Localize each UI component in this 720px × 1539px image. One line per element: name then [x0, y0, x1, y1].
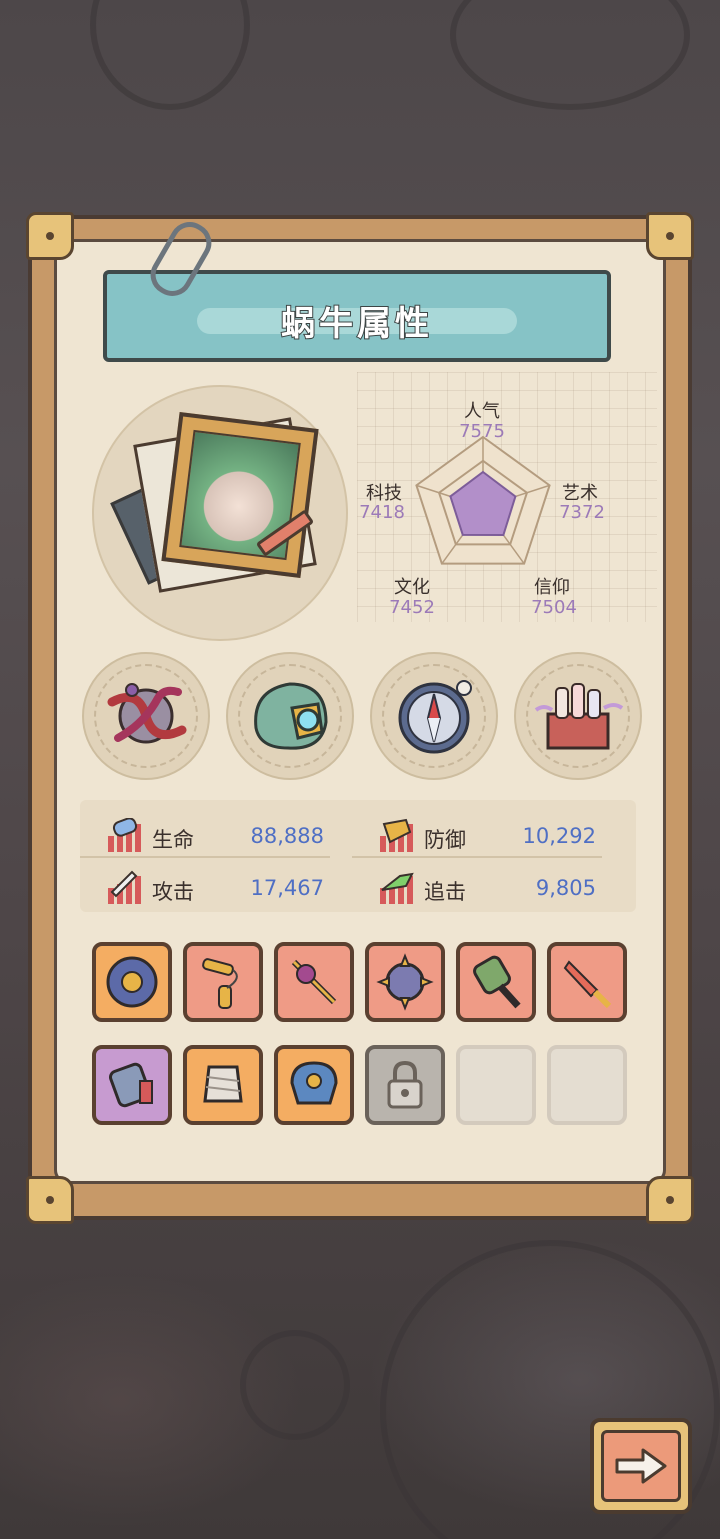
item-slot-2[interactable] — [183, 942, 263, 1022]
item-slot-12-empty[interactable] — [547, 1045, 627, 1125]
arrow-right-icon — [615, 1448, 667, 1484]
item-slot-4[interactable] — [365, 942, 445, 1022]
item-slot-9[interactable] — [274, 1045, 354, 1125]
radar-label-culture: 文化 — [394, 577, 430, 598]
page-title: 蜗牛属性 — [280, 303, 433, 345]
stat-attack-label: 攻击 — [152, 880, 194, 904]
radar-value-faith: 7504 — [531, 597, 577, 618]
equipment-slot-2[interactable] — [226, 652, 354, 780]
helmet-icon — [290, 1061, 338, 1105]
item-slot-7[interactable] — [92, 1045, 172, 1125]
radar-value-popularity: 7575 — [459, 421, 505, 442]
gauntlet-icon — [108, 1062, 153, 1108]
stat-hp-value: 88,888 — [250, 824, 324, 848]
stat-defense: 防御 10,292 — [352, 810, 602, 858]
stat-hp-label: 生命 — [152, 828, 194, 852]
stat-pursuit-value: 9,805 — [535, 876, 596, 900]
item-slot-10-locked[interactable] — [365, 1045, 445, 1125]
item-slot-6[interactable] — [547, 942, 627, 1022]
bandage-armor-icon — [203, 1065, 243, 1103]
stat-attack: 攻击 17,467 — [80, 862, 330, 910]
nunchaku-icon — [202, 958, 238, 1009]
dagger-icon — [563, 960, 612, 1009]
shell-gem-icon — [254, 682, 328, 750]
radar-value-art: 7372 — [559, 502, 605, 523]
stat-hp: 生命 88,888 — [80, 810, 330, 858]
stat-pursuit: 追击 9,805 — [352, 862, 602, 910]
hp-icon — [108, 818, 141, 852]
radar-label-faith: 信仰 — [534, 577, 570, 598]
equipment-slot-4[interactable] — [514, 652, 642, 780]
corner-bracket-icon — [646, 212, 694, 260]
item-slot-8[interactable] — [183, 1045, 263, 1125]
stat-attack-value: 17,467 — [250, 876, 324, 900]
corner-bracket-icon — [26, 1176, 74, 1224]
item-slot-11-empty[interactable] — [456, 1045, 536, 1125]
stat-defense-value: 10,292 — [522, 824, 596, 848]
radar-value-tech: 7418 — [359, 502, 405, 523]
scepter-icon — [291, 959, 337, 1005]
pursuit-icon — [380, 872, 414, 904]
corner-bracket-icon — [646, 1176, 694, 1224]
radar-label-popularity: 人气 — [464, 401, 500, 422]
next-button[interactable] — [590, 1418, 692, 1514]
stat-defense-label: 防御 — [424, 828, 466, 852]
hammer-icon — [473, 955, 521, 1009]
snail-portrait[interactable] — [161, 412, 319, 578]
radar-value-culture: 7452 — [389, 597, 435, 618]
lock-icon — [387, 1060, 423, 1109]
tentacle-orb-icon — [107, 683, 187, 744]
compass-icon — [398, 680, 472, 754]
item-slot-3[interactable] — [274, 942, 354, 1022]
spiked-orb-icon — [376, 953, 434, 1011]
potion-crate-icon — [534, 683, 624, 750]
attack-icon — [108, 870, 141, 904]
item-slot-1[interactable] — [92, 942, 172, 1022]
equipment-slot-3[interactable] — [370, 652, 498, 780]
corner-bracket-icon — [26, 212, 74, 260]
attribute-radar: 人气 7575 艺术 7372 信仰 7504 文化 7452 科技 7418 — [355, 395, 615, 625]
stats-panel: 生命 88,888 防御 10,292 攻击 17,467 追击 9,805 — [80, 800, 636, 912]
item-slot-5[interactable] — [456, 942, 536, 1022]
round-shield-icon — [106, 956, 158, 1008]
stat-pursuit-label: 追击 — [424, 880, 466, 904]
equipment-slot-1[interactable] — [82, 652, 210, 780]
shield-icon — [380, 818, 413, 852]
